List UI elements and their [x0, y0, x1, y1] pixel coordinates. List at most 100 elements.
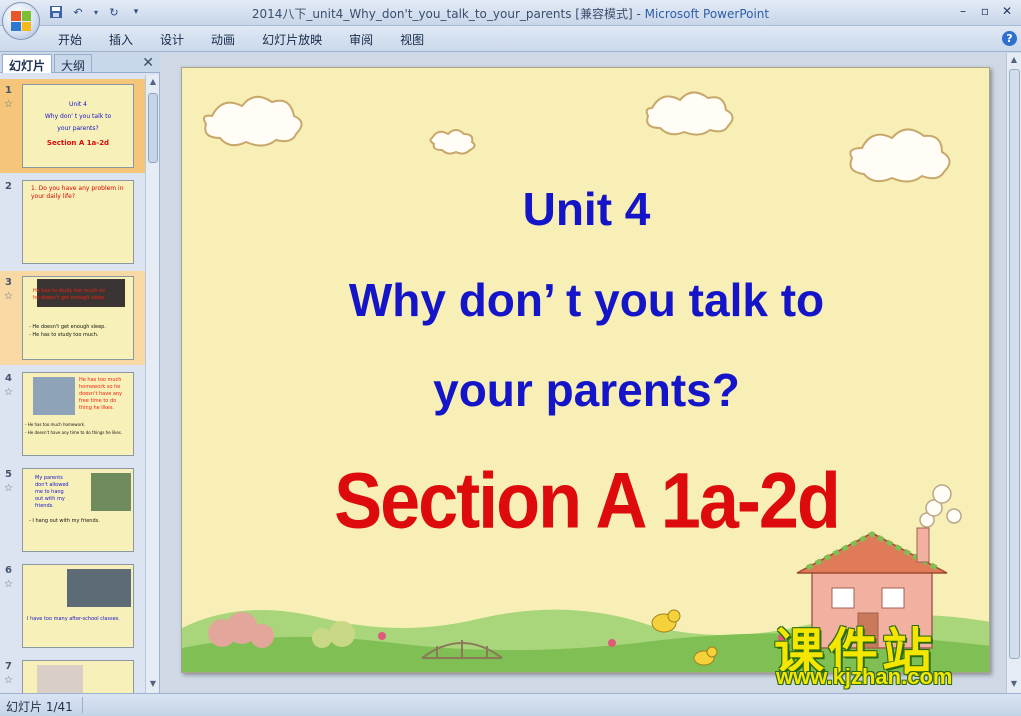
title-bar: ↶ ▾ ↻ ▾ 2014八下_unit4_Why_don't_you_talk_…: [0, 0, 1021, 26]
thumb-text: He has too much: [79, 377, 122, 383]
slide-thumbnail-7[interactable]: 7 ☆: [0, 655, 145, 693]
close-pane-icon[interactable]: ✕: [142, 55, 154, 71]
thumb-text: - He doesn't have any time to do things …: [25, 430, 123, 435]
slide-thumbnail-2[interactable]: 2 1. Do you have any problem in your dai…: [0, 175, 145, 269]
undo-dropdown-icon[interactable]: ▾: [92, 4, 100, 20]
thumbnail-preview: He has too much homework so he doesn't h…: [22, 372, 134, 456]
office-logo-icon: [11, 11, 31, 31]
thumb-picture: [37, 665, 83, 693]
ribbon-tabs: 开始 插入 设计 动画 幻灯片放映 审阅 视图: [58, 31, 451, 48]
document-name: 2014八下_unit4_Why_don't_you_talk_to_your_…: [251, 7, 633, 21]
thumb-text: homework so he: [79, 384, 121, 390]
slide-thumbnail-6[interactable]: 6 ☆ I have too many after-school classes…: [0, 559, 145, 653]
window-controls: – ▫ ✕: [953, 2, 1017, 20]
app-name: Microsoft PowerPoint: [644, 7, 770, 21]
slide-thumbnail-1[interactable]: 1 ☆ Unit 4 Why don' t you talk to your p…: [0, 79, 145, 173]
thumbnail-preview: He has to study too much so he doesn't g…: [22, 276, 134, 360]
help-icon[interactable]: ?: [1002, 31, 1017, 46]
tab-animations[interactable]: 动画: [211, 31, 249, 48]
cloud-icon: [429, 129, 476, 155]
redo-icon[interactable]: ↻: [106, 4, 122, 20]
thumb-text: - He has too much homework.: [25, 422, 86, 427]
slides-pane: 幻灯片 大纲 ✕ 1 ☆ Unit 4 Why don' t you talk …: [0, 53, 160, 693]
save-icon[interactable]: [48, 4, 64, 20]
tab-review[interactable]: 审阅: [349, 31, 387, 48]
animation-star-icon: ☆: [4, 579, 13, 590]
slide-number: 1: [5, 85, 12, 96]
thumb-text: he doesn't get enough sleep.: [33, 295, 106, 301]
cloud-icon: [645, 91, 734, 136]
slide-title-question-line1[interactable]: Why don’ t you talk to: [182, 273, 989, 327]
thumb-text: your daily life?: [31, 193, 75, 200]
animation-star-icon: ☆: [4, 387, 13, 398]
current-slide[interactable]: Unit 4 Why don’ t you talk to your paren…: [181, 67, 990, 673]
slide-thumbnail-5[interactable]: 5 ☆ My parents don't allowed me to hang …: [0, 463, 145, 557]
tab-insert[interactable]: 插入: [109, 31, 147, 48]
quick-access-toolbar: ↶ ▾ ↻ ▾: [48, 4, 144, 20]
tab-view[interactable]: 视图: [400, 31, 438, 48]
slide-number: 3: [5, 277, 12, 288]
animation-star-icon: ☆: [4, 99, 13, 110]
animation-star-icon: ☆: [4, 675, 13, 686]
thumbnail-preview: Unit 4 Why don' t you talk to your paren…: [22, 84, 134, 168]
maximize-icon[interactable]: ▫: [975, 2, 995, 20]
thumb-text: your parents?: [57, 125, 99, 132]
scroll-down-icon[interactable]: ▼: [1009, 679, 1019, 691]
tab-design[interactable]: 设计: [160, 31, 198, 48]
scrollbar-thumb[interactable]: [148, 93, 158, 163]
undo-icon[interactable]: ↶: [70, 4, 86, 20]
scroll-up-icon[interactable]: ▲: [148, 77, 158, 89]
slide-thumbnail-4[interactable]: 4 ☆ He has too much homework so he doesn…: [0, 367, 145, 461]
tab-outline[interactable]: 大纲: [54, 54, 93, 73]
slide-number: 7: [5, 661, 12, 672]
thumbnail-preview: [22, 660, 134, 693]
thumb-text: Why don' t you talk to: [44, 113, 112, 120]
animation-star-icon: ☆: [4, 483, 13, 494]
thumbnail-preview: I have too many after-school classes.: [22, 564, 134, 648]
thumb-picture: [33, 377, 75, 415]
thumb-text: thing he likes.: [79, 405, 115, 411]
animation-star-icon: ☆: [4, 291, 13, 302]
cloud-icon: [203, 95, 303, 147]
slide-title-unit[interactable]: Unit 4: [182, 182, 989, 236]
thumb-text: don't allowed: [35, 482, 69, 488]
cloud-icon: [849, 128, 951, 183]
customize-qat-icon[interactable]: ▾: [128, 4, 144, 20]
title-separator: -: [632, 7, 645, 21]
tab-slideshow[interactable]: 幻灯片放映: [262, 31, 336, 48]
thumbnail-preview: My parents don't allowed me to hang out …: [22, 468, 134, 552]
thumb-text: free time to do: [79, 398, 117, 404]
editor-scrollbar[interactable]: ▲ ▼: [1006, 53, 1021, 693]
thumb-text: out with my: [35, 496, 65, 502]
close-icon[interactable]: ✕: [997, 2, 1017, 20]
thumb-picture: [67, 569, 131, 607]
slide-title-question-line2[interactable]: your parents?: [182, 363, 989, 417]
slide-number: 2: [5, 181, 12, 192]
thumb-text: I have too many after-school classes.: [27, 616, 120, 622]
thumbnail-preview: 1. Do you have any problem in your daily…: [22, 180, 134, 264]
thumb-text: Section A 1a-2d: [46, 139, 110, 147]
office-button[interactable]: [2, 2, 40, 40]
slide-number: 5: [5, 469, 12, 480]
thumb-text: Unit 4: [69, 101, 87, 108]
thumb-text: doesn't have any: [79, 391, 123, 397]
status-divider: [82, 697, 83, 713]
scrollbar-thumb[interactable]: [1009, 69, 1020, 659]
slide-editor: Unit 4 Why don’ t you talk to your paren…: [161, 53, 1006, 693]
scroll-up-icon[interactable]: ▲: [1009, 55, 1019, 67]
thumb-text: - I hang out with my friends.: [29, 518, 100, 524]
thumbnails-scrollbar[interactable]: ▲ ▼: [145, 75, 159, 693]
scroll-down-icon[interactable]: ▼: [148, 679, 158, 691]
slide-thumbnail-3[interactable]: 3 ☆ He has to study too much so he doesn…: [0, 271, 145, 365]
tab-home[interactable]: 开始: [58, 31, 96, 48]
slide-counter: 幻灯片 1/41: [6, 700, 73, 714]
thumb-picture: [91, 473, 131, 511]
slide-number: 4: [5, 373, 12, 384]
slide-section-heading[interactable]: Section A 1a-2d: [182, 456, 989, 546]
pane-tabs: 幻灯片 大纲 ✕: [0, 53, 160, 73]
slide-number: 6: [5, 565, 12, 576]
tab-slides[interactable]: 幻灯片: [2, 54, 53, 73]
thumb-text: My parents: [35, 475, 63, 481]
minimize-icon[interactable]: –: [953, 2, 973, 20]
ribbon: 开始 插入 设计 动画 幻灯片放映 审阅 视图 ?: [0, 26, 1021, 52]
